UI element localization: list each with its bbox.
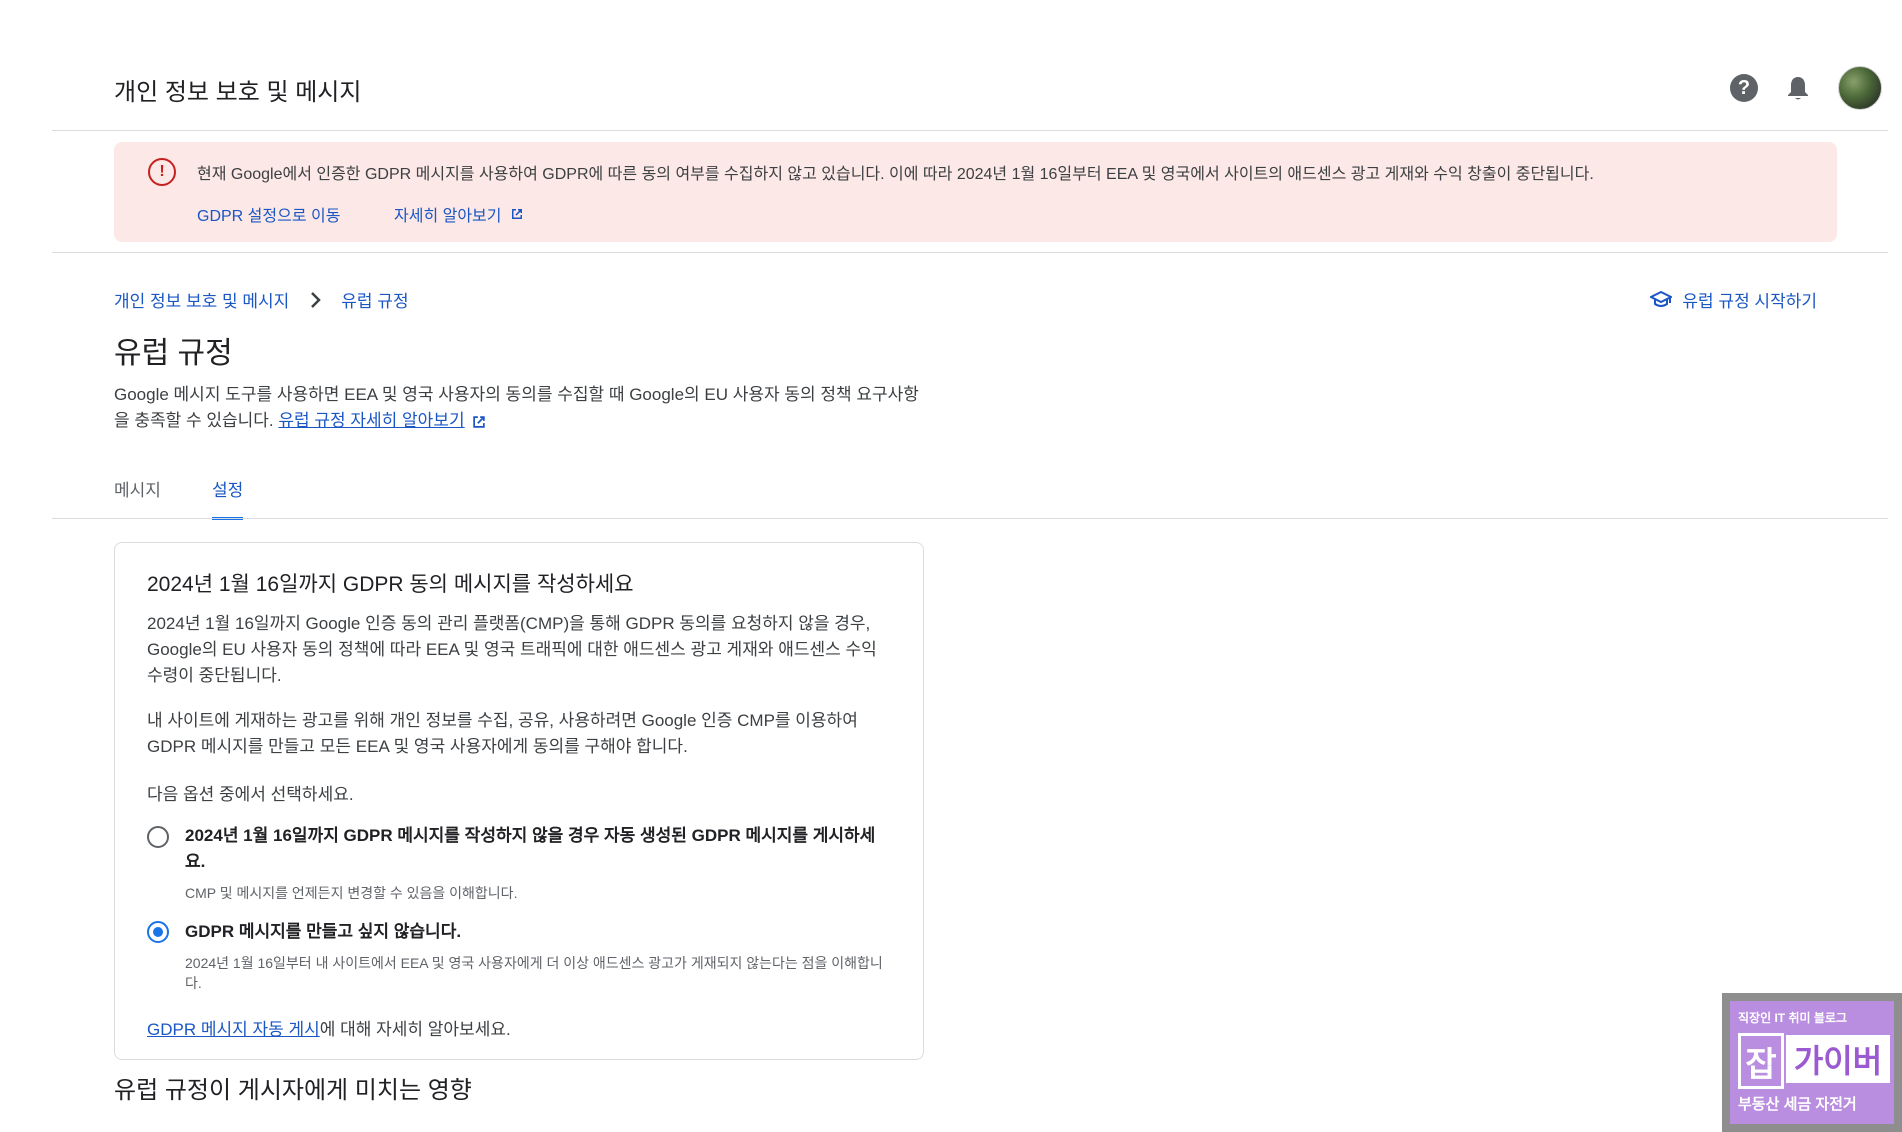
watermark-big-char: 잡 xyxy=(1738,1033,1784,1089)
tab-messages[interactable]: 메시지 xyxy=(114,476,161,517)
tabs-divider xyxy=(52,518,1888,519)
error-icon: ! xyxy=(148,158,176,186)
help-icon[interactable]: ? xyxy=(1730,74,1758,102)
chevron-right-icon xyxy=(311,291,322,308)
gdpr-alert-banner: ! 현재 Google에서 인증한 GDPR 메시지를 사용하여 GDPR에 따… xyxy=(114,142,1837,242)
eu-regulation-learn-more-link[interactable]: 유럽 규정 자세히 알아보기 xyxy=(278,411,464,430)
auto-publish-option-hint: CMP 및 메시지를 언제든지 변경할 수 있음을 이해합니다. xyxy=(185,885,518,901)
tab-settings[interactable]: 설정 xyxy=(212,476,244,520)
no-gdpr-message-option-label[interactable]: GDPR 메시지를 만들고 싶지 않습니다. xyxy=(185,919,461,945)
gdpr-deadline-card: 2024년 1월 16일까지 GDPR 동의 메시지를 작성하세요 2024년 … xyxy=(114,542,924,1060)
avatar[interactable] xyxy=(1838,66,1882,110)
divider xyxy=(52,252,1888,253)
getting-started-link[interactable]: 유럽 규정 시작하기 xyxy=(1650,287,1817,312)
breadcrumb-parent-link[interactable]: 개인 정보 보호 및 메시지 xyxy=(114,287,289,312)
auto-publish-radio[interactable] xyxy=(147,826,169,848)
getting-started-label: 유럽 규정 시작하기 xyxy=(1682,292,1817,311)
card-paragraph: 2024년 1월 16일까지 Google 인증 동의 관리 플랫폼(CMP)을… xyxy=(147,614,877,685)
watermark-top-text: 직장인 IT 취미 블로그 xyxy=(1738,1011,1847,1025)
alert-message: 현재 Google에서 인증한 GDPR 메시지를 사용하여 GDPR에 따른 … xyxy=(197,166,1594,183)
school-icon xyxy=(1650,290,1673,307)
watermark-inner: 직장인 IT 취미 블로그 잡 가이버 부동산 세금 자전거 xyxy=(1730,1001,1894,1124)
learn-more-link[interactable]: 자세히 알아보기 xyxy=(394,202,524,226)
external-link-icon xyxy=(472,415,485,428)
breadcrumb: 개인 정보 보호 및 메시지 유럽 규정 xyxy=(114,287,409,312)
page-header-title: 개인 정보 보호 및 메시지 xyxy=(114,79,362,106)
page-description-text: Google 메시지 도구를 사용하면 EEA 및 영국 사용자의 동의를 수집… xyxy=(114,385,919,430)
section-title: 유럽 규정이 게시자에게 미치는 영향 xyxy=(114,1077,472,1104)
app-header: 개인 정보 보호 및 메시지 ? xyxy=(52,0,1888,131)
page-title: 유럽 규정 xyxy=(114,337,233,370)
watermark-bottom-text: 부동산 세금 자전거 xyxy=(1738,1096,1857,1113)
card-title: 2024년 1월 16일까지 GDPR 동의 메시지를 작성하세요 xyxy=(147,573,634,596)
card-paragraph: 내 사이트에 게재하는 광고를 위해 개인 정보를 수집, 공유, 사용하려면 … xyxy=(147,711,858,756)
blog-watermark-logo: 직장인 IT 취미 블로그 잡 가이버 부동산 세금 자전거 xyxy=(1722,993,1902,1132)
no-gdpr-message-option-hint: 2024년 1월 16일부터 내 사이트에서 EEA 및 영국 사용자에게 더 … xyxy=(185,955,883,991)
page-description: Google 메시지 도구를 사용하면 EEA 및 영국 사용자의 동의를 수집… xyxy=(114,382,934,434)
notifications-bell-icon[interactable] xyxy=(1784,73,1812,103)
breadcrumb-current[interactable]: 유럽 규정 xyxy=(341,287,408,312)
no-gdpr-message-radio[interactable] xyxy=(147,921,169,943)
header-icons: ? xyxy=(1730,66,1882,110)
auto-publish-option-label[interactable]: 2024년 1월 16일까지 GDPR 메시지를 작성하지 않을 경우 자동 생… xyxy=(185,823,895,875)
external-link-icon xyxy=(511,209,522,219)
auto-publish-learn-link[interactable]: GDPR 메시지 자동 게시 xyxy=(147,1020,320,1039)
watermark-big-text: 가이버 xyxy=(1786,1035,1890,1083)
card-footer: GDPR 메시지 자동 게시에 대해 자세히 알아보세요. xyxy=(147,1015,511,1040)
card-footer-text: 에 대해 자세히 알아보세요. xyxy=(319,1020,511,1039)
learn-more-label: 자세히 알아보기 xyxy=(394,208,502,225)
card-instruction: 다음 옵션 중에서 선택하세요. xyxy=(147,785,354,804)
go-to-gdpr-settings-link[interactable]: GDPR 설정으로 이동 xyxy=(197,202,340,226)
